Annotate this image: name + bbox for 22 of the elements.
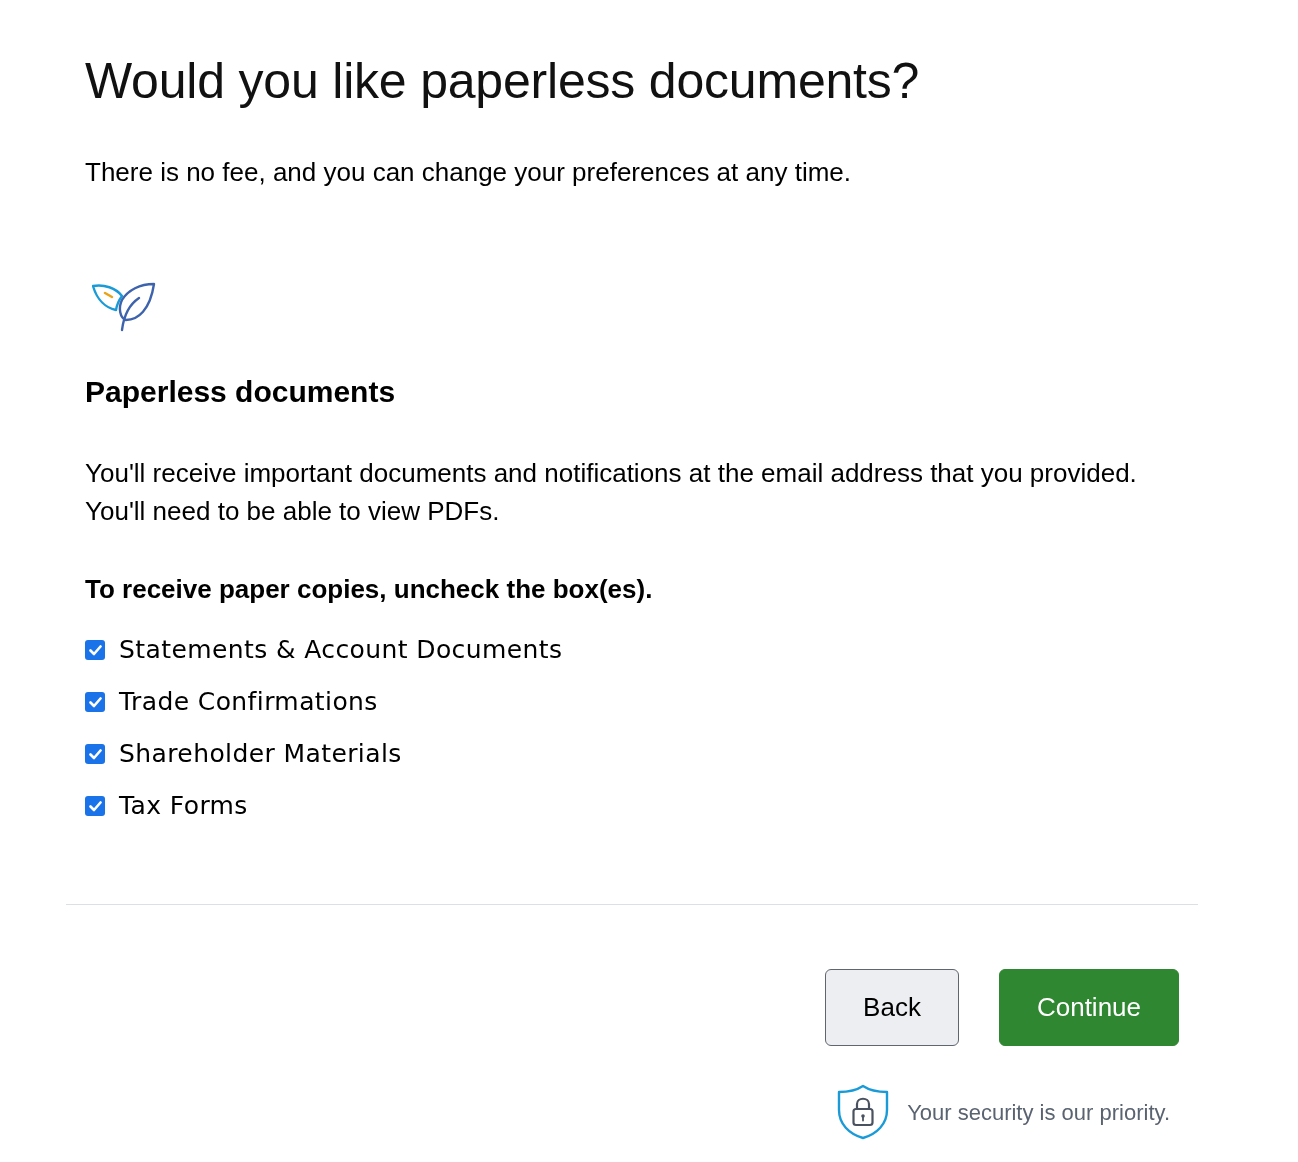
checkbox[interactable]: [85, 744, 105, 764]
checkbox[interactable]: [85, 692, 105, 712]
instruction-text: To receive paper copies, uncheck the box(es).: [85, 574, 653, 604]
page-subtitle: There is no fee, and you can change your preferences at any time.: [85, 156, 851, 188]
continue-button[interactable]: Continue: [999, 969, 1179, 1046]
check-icon: [88, 800, 102, 812]
section-description: You'll receive important documents and notifications at the email address that you provided. You'll need to be able to view PDFs.: [85, 457, 1138, 528]
checkbox-label: Trade Confirmations: [119, 686, 378, 718]
check-icon: [88, 644, 102, 656]
checkbox-label: Tax Forms: [119, 790, 248, 822]
security-note: Your security is our priority.: [907, 1098, 1170, 1127]
leaves-icon: [92, 282, 156, 332]
back-button[interactable]: Back: [825, 969, 959, 1046]
shield-lock-icon: [837, 1084, 890, 1140]
checkbox[interactable]: [85, 640, 105, 660]
checkbox-label: Statements & Account Documents: [119, 634, 563, 666]
page-title: Would you like paperless documents?: [85, 52, 920, 110]
checkbox[interactable]: [85, 796, 105, 816]
check-icon: [88, 696, 102, 708]
check-icon: [88, 748, 102, 760]
section-heading: Paperless documents: [85, 374, 397, 410]
checkbox-label: Shareholder Materials: [119, 738, 402, 770]
